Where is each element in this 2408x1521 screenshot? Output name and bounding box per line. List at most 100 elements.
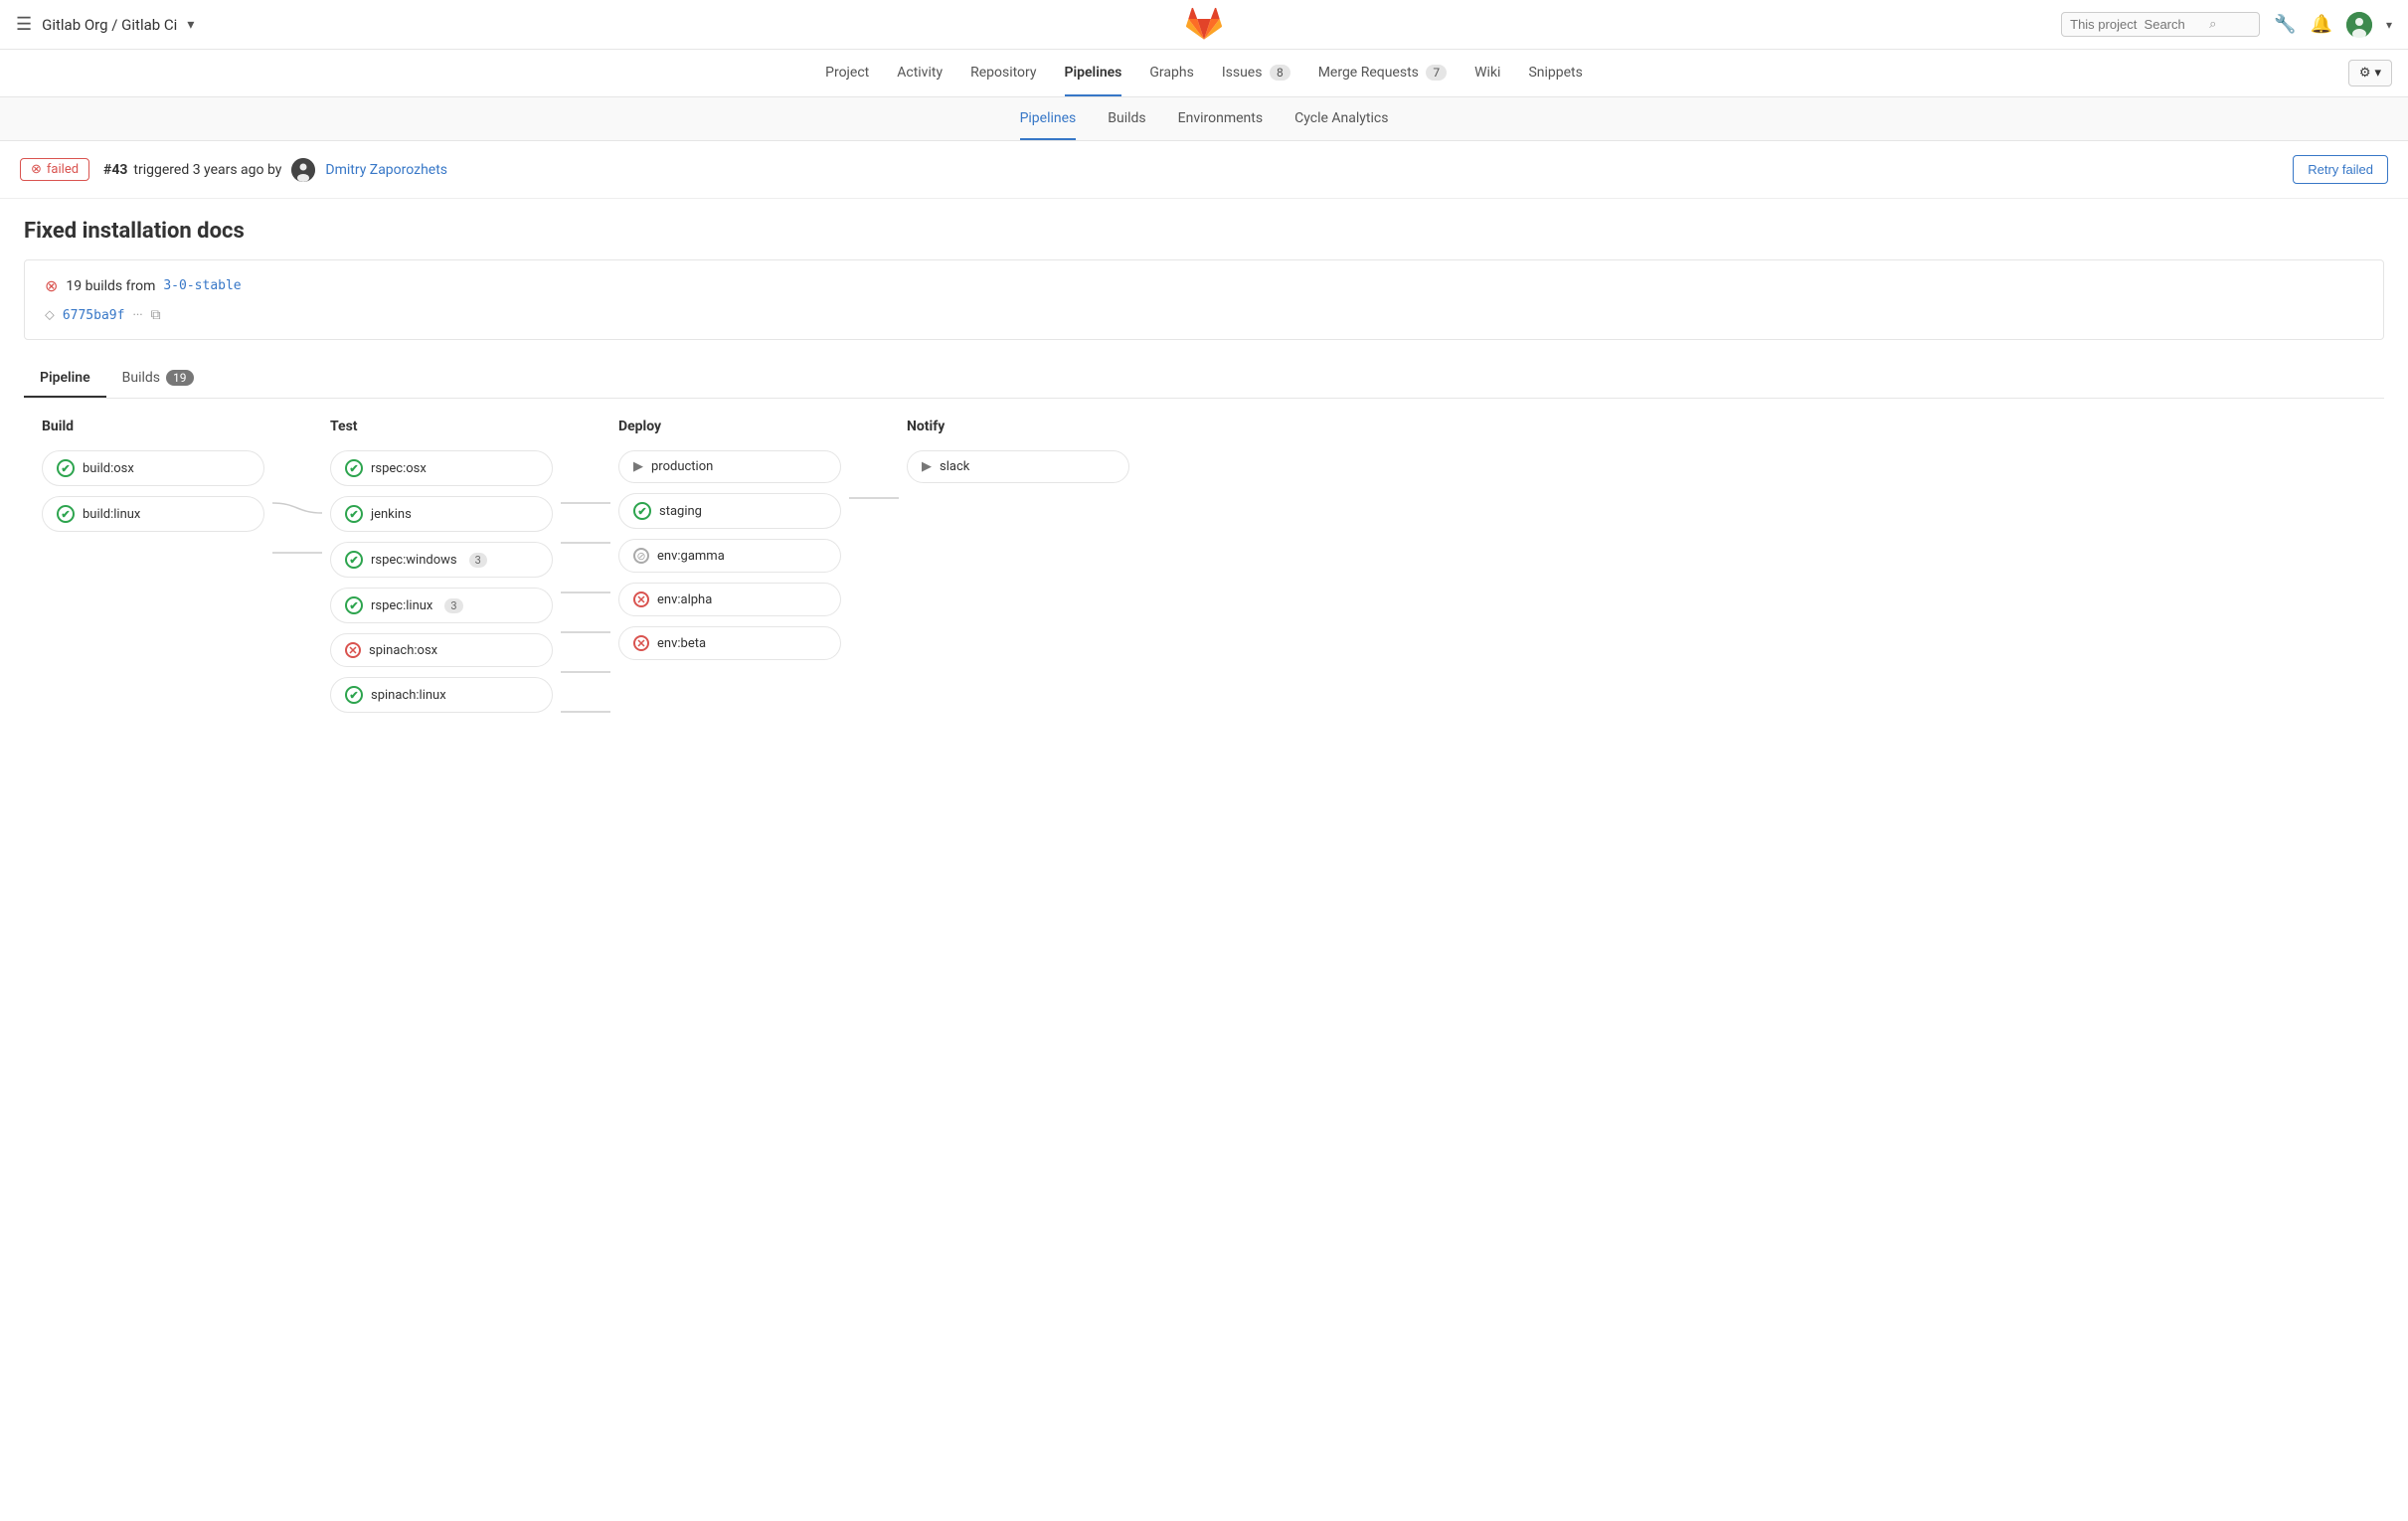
tab-pipeline[interactable]: Pipeline: [24, 360, 106, 398]
builds-info-row: ⊗ 19 builds from 3-0-stable: [45, 276, 2363, 295]
nav-pipelines[interactable]: Pipelines: [1065, 51, 1122, 96]
chevron-down-icon[interactable]: ▾: [187, 17, 194, 33]
job-status-icon: ✔: [345, 686, 363, 704]
tab-builds[interactable]: Builds 19: [106, 360, 210, 398]
stage-build-jobs: ✔ build:osx ✔ build:linux: [34, 450, 272, 532]
builds-failed-icon: ⊗: [45, 276, 58, 295]
job-label: production: [651, 459, 713, 474]
nav-wiki[interactable]: Wiki: [1474, 51, 1500, 96]
job-status-icon: ✔: [345, 596, 363, 614]
job-build-osx[interactable]: ✔ build:osx: [42, 450, 264, 486]
hamburger-icon[interactable]: ☰: [16, 14, 32, 35]
bell-icon[interactable]: 🔔: [2311, 14, 2332, 35]
nav-right: ⌕ 🔧 🔔 ▾: [2061, 12, 2392, 38]
pipeline-subnav: Pipelines Builds Environments Cycle Anal…: [0, 97, 2408, 141]
job-env-gamma[interactable]: ⊘ env:gamma: [618, 539, 841, 573]
job-label: env:beta: [657, 636, 706, 651]
commit-row: ⬦ 6775ba9f ··· ⧉: [45, 307, 2363, 323]
copy-icon[interactable]: ⧉: [151, 307, 161, 323]
failed-badge-label: failed: [47, 162, 79, 177]
nav-repository[interactable]: Repository: [970, 51, 1036, 96]
job-rspec-linux[interactable]: ✔ rspec:linux 3: [330, 588, 553, 623]
subnav-builds[interactable]: Builds: [1108, 98, 1145, 140]
search-input[interactable]: [2070, 17, 2209, 32]
job-retry-badge: 3: [469, 553, 487, 568]
stage-notify-jobs: ▶ slack: [899, 450, 1137, 483]
job-status-icon: ✕: [633, 592, 649, 607]
failed-badge: ⊗ failed: [20, 158, 89, 181]
job-status-icon: ✕: [633, 635, 649, 651]
wrench-icon[interactable]: 🔧: [2274, 14, 2296, 35]
nav-snippets[interactable]: Snippets: [1528, 51, 1582, 96]
gitlab-logo: [1186, 5, 1222, 41]
job-staging[interactable]: ✔ staging: [618, 493, 841, 529]
commit-hash-link[interactable]: 6775ba9f: [63, 308, 125, 323]
subnav-cycle-analytics[interactable]: Cycle Analytics: [1294, 98, 1388, 140]
job-env-beta[interactable]: ✕ env:beta: [618, 626, 841, 660]
commit-ellipsis: ···: [132, 308, 142, 323]
job-rspec-windows[interactable]: ✔ rspec:windows 3: [330, 542, 553, 578]
stage-build: Build ✔ build:osx ✔ build:linux: [34, 419, 272, 532]
merge-requests-badge: 7: [1426, 65, 1447, 81]
commit-icon: ⬦: [45, 307, 55, 323]
job-label: slack: [940, 459, 969, 474]
job-status-icon: ⊘: [633, 548, 649, 564]
pipeline-number[interactable]: #43: [103, 162, 127, 178]
job-status-icon: ▶: [922, 459, 932, 474]
job-label: rspec:linux: [371, 598, 432, 613]
settings-button[interactable]: ⚙ ▾: [2348, 60, 2392, 86]
builds-count-text: 19 builds from: [66, 278, 155, 294]
search-box[interactable]: ⌕: [2061, 12, 2260, 37]
subnav-environments[interactable]: Environments: [1178, 98, 1263, 140]
job-label: spinach:linux: [371, 688, 446, 703]
job-retry-badge: 3: [444, 598, 462, 613]
job-build-linux[interactable]: ✔ build:linux: [42, 496, 264, 532]
pipeline-tabs: Pipeline Builds 19: [24, 360, 2384, 399]
job-status-icon: ✔: [345, 551, 363, 569]
stage-deploy-jobs: ▶ production ✔ staging ⊘ env:gamma ✕ env…: [610, 450, 849, 660]
retry-failed-button[interactable]: Retry failed: [2293, 155, 2388, 184]
stage-test: Test ✔ rspec:osx ✔ jenkins ✔ rspec:windo…: [322, 419, 561, 713]
job-label: rspec:osx: [371, 461, 427, 476]
stage-deploy: Deploy ▶ production ✔ staging ⊘ env:gamm…: [610, 419, 849, 660]
nav-project[interactable]: Project: [825, 51, 869, 96]
user-avatar[interactable]: [2346, 12, 2372, 38]
job-label: build:osx: [83, 461, 134, 476]
branch-link[interactable]: 3-0-stable: [163, 278, 241, 293]
job-spinach-linux[interactable]: ✔ spinach:linux: [330, 677, 553, 713]
builds-tab-badge: 19: [166, 370, 194, 386]
job-status-icon: ✔: [57, 505, 75, 523]
job-status-icon: ✕: [345, 642, 361, 658]
page-content: Fixed installation docs ⊗ 19 builds from…: [0, 199, 2408, 757]
nav-activity[interactable]: Activity: [897, 51, 943, 96]
nav-issues[interactable]: Issues 8: [1222, 51, 1290, 96]
top-navigation: ☰ Gitlab Org / Gitlab Ci ▾ ⌕ 🔧 🔔: [0, 0, 2408, 50]
stage-test-jobs: ✔ rspec:osx ✔ jenkins ✔ rspec:windows 3 …: [322, 450, 561, 713]
brand-link[interactable]: Gitlab Org / Gitlab Ci: [42, 16, 177, 34]
main-navigation: Project Activity Repository Pipelines Gr…: [0, 50, 2408, 97]
job-slack[interactable]: ▶ slack: [907, 450, 1129, 483]
job-rspec-osx[interactable]: ✔ rspec:osx: [330, 450, 553, 486]
pipeline-status-bar: ⊗ failed #43 triggered 3 years ago by Dm…: [0, 141, 2408, 199]
job-spinach-osx[interactable]: ✕ spinach:osx: [330, 633, 553, 667]
avatar-icon: [2346, 12, 2372, 38]
user-chevron-icon[interactable]: ▾: [2386, 18, 2392, 32]
job-label: spinach:osx: [369, 643, 437, 658]
job-status-icon: ✔: [633, 502, 651, 520]
connector-svg: [849, 478, 899, 518]
connector-svg: [561, 478, 610, 737]
job-label: rspec:windows: [371, 553, 457, 568]
stage-notify: Notify ▶ slack: [899, 419, 1137, 483]
search-icon: ⌕: [2209, 17, 2216, 32]
job-status-icon: ✔: [57, 459, 75, 477]
job-production[interactable]: ▶ production: [618, 450, 841, 483]
nav-center: [1186, 5, 1222, 45]
job-status-icon: ✔: [345, 505, 363, 523]
subnav-pipelines[interactable]: Pipelines: [1020, 98, 1077, 140]
nav-merge-requests[interactable]: Merge Requests 7: [1318, 51, 1447, 96]
job-env-alpha[interactable]: ✕ env:alpha: [618, 583, 841, 616]
job-label: env:alpha: [657, 592, 712, 607]
nav-graphs[interactable]: Graphs: [1149, 51, 1193, 96]
pipeline-user-link[interactable]: Dmitry Zaporozhets: [325, 162, 447, 178]
job-jenkins[interactable]: ✔ jenkins: [330, 496, 553, 532]
